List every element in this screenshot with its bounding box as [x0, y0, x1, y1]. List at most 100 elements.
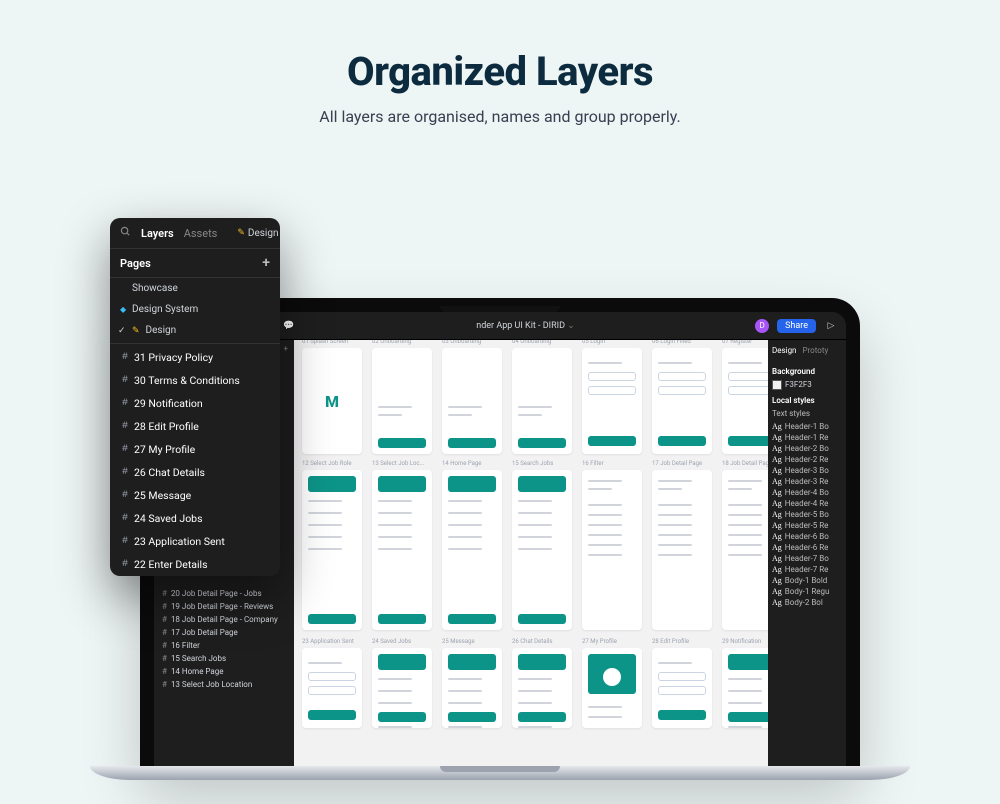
layer-frame-item[interactable]: #29 Notification	[110, 392, 280, 415]
text-style-item[interactable]: AgHeader-5 Re	[772, 520, 842, 531]
sidebar-frame-item[interactable]: #20 Job Detail Page - Jobs	[154, 587, 294, 600]
artboard[interactable]: 16 Filter	[582, 470, 642, 630]
artboard[interactable]: 13 Select Job Loc...	[372, 470, 432, 630]
artboard[interactable]: 05 Login	[582, 348, 642, 454]
share-button[interactable]: Share	[777, 319, 816, 333]
artboard-label: 07 Register	[722, 340, 752, 345]
sidebar-frame-item[interactable]: #13 Select Job Location	[154, 678, 294, 691]
artboard[interactable]: 25 Message	[442, 648, 502, 728]
sidebar-frame-item[interactable]: #15 Search Jobs	[154, 652, 294, 665]
layer-frame-item[interactable]: #27 My Profile	[110, 438, 280, 461]
artboard[interactable]: 14 Home Page	[442, 470, 502, 630]
artboard[interactable]: 12 Select Job Role	[302, 470, 362, 630]
editor-canvas[interactable]: 01 Splash ScreenM02 Onboarding03 Onboard…	[294, 340, 768, 768]
text-style-item[interactable]: AgBody-1 Bold	[772, 575, 842, 586]
artboard-label: 04 Onboarding	[512, 340, 551, 345]
text-styles-label: Text styles	[772, 409, 842, 418]
background-hex: F3F2F3	[785, 380, 812, 389]
tab-prototype[interactable]: Prototy	[802, 346, 828, 355]
text-style-item[interactable]: AgBody-1 Regu	[772, 586, 842, 597]
artboard[interactable]: 07 Register	[722, 348, 768, 454]
page-selector[interactable]: ✎ Design ⌃	[237, 228, 280, 239]
artboard-label: 16 Filter	[582, 460, 604, 467]
text-style-item[interactable]: AgBody-2 Bol	[772, 597, 842, 608]
text-style-item[interactable]: AgHeader-7 Bo	[772, 553, 842, 564]
sidebar-frame-item[interactable]: #14 Home Page	[154, 665, 294, 678]
layers-panel: Layers Assets ✎ Design ⌃ Pages + Showcas…	[110, 218, 280, 576]
artboard[interactable]: 04 Onboarding	[512, 348, 572, 454]
artboard[interactable]: 26 Chat Details	[512, 648, 572, 728]
artboard-label: 24 Saved Jobs	[372, 638, 411, 645]
user-avatar[interactable]: D	[755, 319, 769, 333]
artboard[interactable]: 03 Onboarding	[442, 348, 502, 454]
text-style-item[interactable]: AgHeader-7 Re	[772, 564, 842, 575]
text-style-item[interactable]: AgHeader-4 Re	[772, 498, 842, 509]
artboard[interactable]: 15 Search Jobs	[512, 470, 572, 630]
sidebar-frame-item[interactable]: #17 Job Detail Page	[154, 626, 294, 639]
editor-right-inspector: Design Prototy Background F3F2F3 Local s…	[768, 340, 846, 768]
artboard-label: 01 Splash Screen	[302, 340, 348, 345]
text-style-item[interactable]: AgHeader-2 Bo	[772, 443, 842, 454]
text-style-item[interactable]: AgHeader-4 Bo	[772, 487, 842, 498]
artboard[interactable]: 06 Login Filled	[652, 348, 712, 454]
artboard[interactable]: 17 Job Detail Page	[652, 470, 712, 630]
text-style-item[interactable]: AgHeader-6 Re	[772, 542, 842, 553]
layer-frame-item[interactable]: #31 Privacy Policy	[110, 346, 280, 369]
laptop-base	[90, 766, 910, 780]
background-swatch[interactable]	[772, 380, 782, 390]
artboard-label: 23 Application Sent	[302, 638, 354, 645]
artboard-label: 15 Search Jobs	[512, 460, 553, 467]
artboard[interactable]: 27 My Profile	[582, 648, 642, 728]
artboard[interactable]: 02 Onboarding	[372, 348, 432, 454]
text-style-item[interactable]: AgHeader-3 Re	[772, 476, 842, 487]
add-page-button[interactable]: +	[262, 256, 270, 270]
artboard-label: 18 Job Detail Pag	[722, 460, 768, 467]
artboard-label: 12 Select Job Role	[302, 460, 352, 467]
page-item[interactable]: ✎Design	[110, 320, 280, 341]
artboard[interactable]: 01 Splash ScreenM	[302, 348, 362, 454]
sidebar-frame-item[interactable]: #16 Filter	[154, 639, 294, 652]
artboard[interactable]: 28 Edit Profile	[652, 648, 712, 728]
layer-frame-item[interactable]: #23 Application Sent	[110, 530, 280, 553]
artboard-label: 27 My Profile	[582, 638, 617, 645]
text-style-item[interactable]: AgHeader-6 Bo	[772, 531, 842, 542]
page-item[interactable]: Design System	[110, 299, 280, 320]
background-section-label: Background	[772, 367, 842, 376]
page-item[interactable]: Showcase	[110, 278, 280, 299]
plus-icon[interactable]: +	[283, 344, 288, 353]
search-icon[interactable]	[120, 226, 131, 240]
artboard-label: 03 Onboarding	[442, 340, 481, 345]
sidebar-frame-item[interactable]: #19 Job Detail Page - Reviews	[154, 600, 294, 613]
artboard[interactable]: 24 Saved Jobs	[372, 648, 432, 728]
play-icon[interactable]: ▷	[824, 319, 838, 333]
layer-frame-item[interactable]: #22 Enter Details	[110, 553, 280, 576]
artboard-label: 25 Message	[442, 638, 475, 645]
layer-frame-item[interactable]: #30 Terms & Conditions	[110, 369, 280, 392]
artboard[interactable]: 18 Job Detail Pag	[722, 470, 768, 630]
page-subtitle: All layers are organised, names and grou…	[0, 107, 1000, 126]
artboard-label: 14 Home Page	[442, 460, 481, 467]
text-style-item[interactable]: AgHeader-2 Re	[772, 454, 842, 465]
tab-design[interactable]: Design	[772, 346, 796, 355]
pages-section-label: Pages	[120, 257, 151, 270]
artboard[interactable]: 29 Notification	[722, 648, 768, 728]
sidebar-frame-item[interactable]: #18 Job Detail Page - Company	[154, 613, 294, 626]
tab-assets[interactable]: Assets	[184, 227, 218, 240]
artboard[interactable]: 23 Application Sent	[302, 648, 362, 728]
text-style-item[interactable]: AgHeader-1 Re	[772, 432, 842, 443]
document-title[interactable]: nder App UI Kit - DIRID ⌄	[304, 321, 747, 331]
artboard-label: 28 Edit Profile	[652, 638, 689, 645]
artboard-label: 17 Job Detail Page	[652, 460, 702, 467]
layer-frame-item[interactable]: #25 Message	[110, 484, 280, 507]
text-style-item[interactable]: AgHeader-1 Bo	[772, 421, 842, 432]
layer-frame-item[interactable]: #28 Edit Profile	[110, 415, 280, 438]
tab-layers[interactable]: Layers	[141, 227, 174, 240]
comment-tool-icon[interactable]: 💬	[282, 319, 296, 333]
artboard-label: 05 Login	[582, 340, 605, 345]
text-style-item[interactable]: AgHeader-3 Bo	[772, 465, 842, 476]
text-style-item[interactable]: AgHeader-5 Bo	[772, 509, 842, 520]
artboard-label: 06 Login Filled	[652, 340, 691, 345]
layer-frame-item[interactable]: #26 Chat Details	[110, 461, 280, 484]
layer-frame-item[interactable]: #24 Saved Jobs	[110, 507, 280, 530]
artboard-label: 26 Chat Details	[512, 638, 553, 645]
